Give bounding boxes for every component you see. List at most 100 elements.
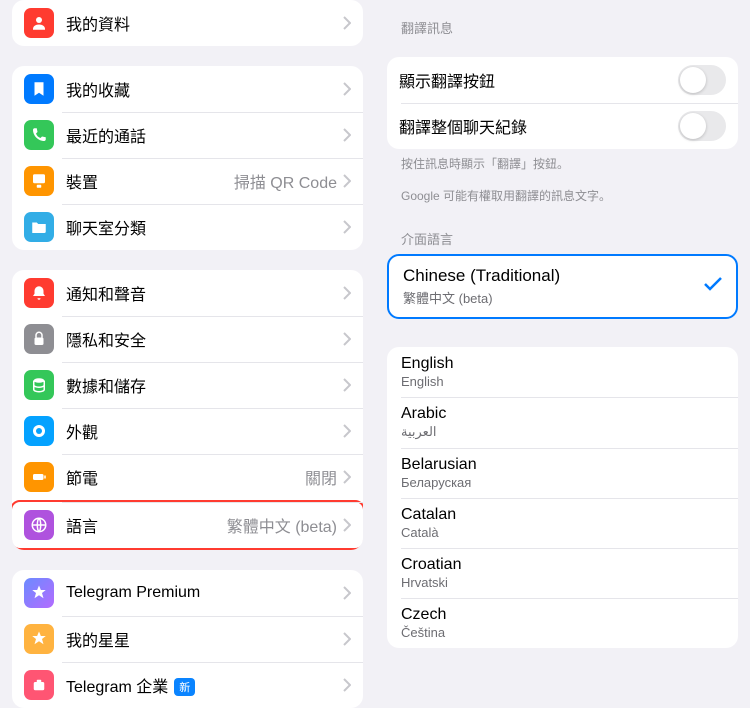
row-label: 我的資料 bbox=[66, 11, 343, 35]
lang-option-czech[interactable]: Czech Čeština bbox=[387, 598, 738, 648]
settings-group: 通知和聲音 隱私和安全 數據和儲存 外觀 bbox=[12, 270, 363, 550]
row-profile[interactable]: 我的資料 bbox=[12, 0, 363, 46]
lang-secondary: Català bbox=[401, 525, 724, 540]
lang-primary: Belarusian bbox=[401, 456, 724, 474]
lang-primary: Arabic bbox=[401, 405, 724, 423]
chevron-right-icon bbox=[343, 16, 351, 30]
phone-icon bbox=[24, 120, 54, 150]
row-label: 外觀 bbox=[66, 419, 343, 443]
chevron-right-icon bbox=[343, 174, 351, 188]
chevron-right-icon bbox=[343, 128, 351, 142]
chevron-right-icon bbox=[343, 518, 351, 532]
person-icon bbox=[24, 8, 54, 38]
lang-primary: Catalan bbox=[401, 506, 724, 524]
row-detail: 關閉 bbox=[305, 465, 337, 489]
chevron-right-icon bbox=[343, 424, 351, 438]
profile-group: 我的資料 bbox=[12, 0, 363, 46]
star-outline-icon bbox=[24, 624, 54, 654]
selected-primary: Chinese (Traditional) bbox=[403, 266, 704, 286]
row-label: 節電 bbox=[66, 465, 305, 489]
lang-primary: Czech bbox=[401, 606, 724, 624]
row-label: 聊天室分類 bbox=[66, 215, 343, 239]
row-label: Telegram Premium bbox=[66, 584, 343, 602]
appearance-icon bbox=[24, 416, 54, 446]
folder-icon bbox=[24, 212, 54, 242]
toggle-translate-history[interactable] bbox=[678, 111, 726, 141]
row-language[interactable]: 語言 繁體中文 (beta) bbox=[12, 500, 363, 550]
row-label: 最近的通話 bbox=[66, 123, 343, 147]
lock-icon bbox=[687, 118, 701, 137]
lang-option-english[interactable]: English English bbox=[387, 347, 738, 397]
lang-secondary: Čeština bbox=[401, 625, 724, 640]
row-label: 我的收藏 bbox=[66, 77, 343, 101]
row-appearance[interactable]: 外觀 bbox=[12, 408, 363, 454]
row-label: 我的星星 bbox=[66, 627, 343, 651]
chevron-right-icon bbox=[343, 82, 351, 96]
row-show-translate[interactable]: 顯示翻譯按鈕 bbox=[387, 57, 738, 103]
row-calls[interactable]: 最近的通話 bbox=[12, 112, 363, 158]
row-business[interactable]: Telegram 企業新 bbox=[12, 662, 363, 708]
language-right-panel: 翻譯訊息 顯示翻譯按鈕 翻譯整個聊天紀錄 按住訊息時顯示「翻譯」按鈕。 Goog… bbox=[375, 0, 750, 626]
row-label: 語言 bbox=[66, 513, 227, 537]
row-label: Telegram 企業新 bbox=[66, 673, 343, 697]
section-lang-header: 介面語言 bbox=[387, 229, 738, 248]
chevron-right-icon bbox=[343, 470, 351, 484]
lang-primary: Croatian bbox=[401, 556, 724, 574]
lang-secondary: Беларуская bbox=[401, 475, 724, 490]
business-icon bbox=[24, 670, 54, 700]
row-folders[interactable]: 聊天室分類 bbox=[12, 204, 363, 250]
caption-translate-1: 按住訊息時顯示「翻譯」按鈕。 bbox=[387, 149, 738, 173]
chevron-right-icon bbox=[343, 678, 351, 692]
lock-icon bbox=[24, 324, 54, 354]
bookmark-icon bbox=[24, 74, 54, 104]
battery-icon bbox=[24, 462, 54, 492]
row-label: 翻譯整個聊天紀錄 bbox=[399, 114, 678, 138]
language-list: English English Arabic العربية Belarusia… bbox=[387, 347, 738, 648]
premium-group: Telegram Premium 我的星星 Telegram 企業新 bbox=[12, 570, 363, 708]
lang-option-croatian[interactable]: Croatian Hrvatski bbox=[387, 548, 738, 598]
row-label: 通知和聲音 bbox=[66, 281, 343, 305]
translate-group: 顯示翻譯按鈕 翻譯整個聊天紀錄 bbox=[387, 57, 738, 149]
chevron-right-icon bbox=[343, 586, 351, 600]
general-group: 我的收藏 最近的通話 裝置 掃描 QR Code 聊天室分類 bbox=[12, 66, 363, 250]
row-detail: 掃描 QR Code bbox=[234, 169, 337, 193]
section-translate-header: 翻譯訊息 bbox=[387, 18, 738, 37]
row-data[interactable]: 數據和儲存 bbox=[12, 362, 363, 408]
row-label: 數據和儲存 bbox=[66, 373, 343, 397]
row-stars[interactable]: 我的星星 bbox=[12, 616, 363, 662]
row-premium[interactable]: Telegram Premium bbox=[12, 570, 363, 616]
row-bookmark[interactable]: 我的收藏 bbox=[12, 66, 363, 112]
row-translate-history[interactable]: 翻譯整個聊天紀錄 bbox=[387, 103, 738, 149]
settings-left-panel: 我的資料 我的收藏 最近的通話 裝置 掃描 QR Code bbox=[0, 0, 375, 626]
toggle-show-translate[interactable] bbox=[678, 65, 726, 95]
selected-secondary: 繁體中文 (beta) bbox=[403, 288, 704, 307]
lang-option-catalan[interactable]: Catalan Català bbox=[387, 498, 738, 548]
row-detail: 繁體中文 (beta) bbox=[227, 513, 337, 537]
chevron-right-icon bbox=[343, 378, 351, 392]
star-icon bbox=[24, 578, 54, 608]
row-powersave[interactable]: 節電 關閉 bbox=[12, 454, 363, 500]
chevron-right-icon bbox=[343, 632, 351, 646]
bell-icon bbox=[24, 278, 54, 308]
row-label: 顯示翻譯按鈕 bbox=[399, 68, 678, 92]
row-notifications[interactable]: 通知和聲音 bbox=[12, 270, 363, 316]
row-label: 裝置 bbox=[66, 169, 234, 193]
new-badge: 新 bbox=[174, 678, 195, 696]
chevron-right-icon bbox=[343, 220, 351, 234]
check-icon bbox=[704, 277, 722, 296]
selected-language[interactable]: Chinese (Traditional) 繁體中文 (beta) bbox=[387, 254, 738, 319]
row-devices[interactable]: 裝置 掃描 QR Code bbox=[12, 158, 363, 204]
lang-secondary: العربية bbox=[401, 424, 724, 440]
lang-primary: English bbox=[401, 355, 724, 373]
chevron-right-icon bbox=[343, 286, 351, 300]
chevron-right-icon bbox=[343, 332, 351, 346]
caption-translate-2: Google 可能有權取用翻譯的訊息文字。 bbox=[387, 181, 738, 205]
globe-icon bbox=[24, 510, 54, 540]
lang-secondary: Hrvatski bbox=[401, 575, 724, 590]
database-icon bbox=[24, 370, 54, 400]
lang-secondary: English bbox=[401, 374, 724, 389]
row-privacy[interactable]: 隱私和安全 bbox=[12, 316, 363, 362]
lang-option-belarusian[interactable]: Belarusian Беларуская bbox=[387, 448, 738, 498]
lang-option-arabic[interactable]: Arabic العربية bbox=[387, 397, 738, 448]
row-label: 隱私和安全 bbox=[66, 327, 343, 351]
